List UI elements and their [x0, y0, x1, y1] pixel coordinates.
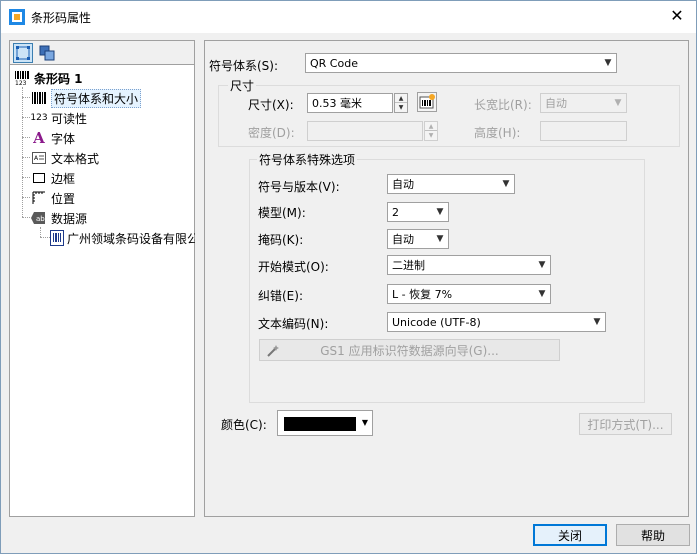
tree-child-datasource-entry[interactable]: 广州领域条码设备有限公司 [50, 228, 195, 248]
property-tree: 123 条形码 1 符号体系和大小 123 可读性 A 字体 A 文本格式 边框… [9, 64, 195, 517]
size-preview-button[interactable] [417, 92, 437, 112]
aspect-ratio-select[interactable]: 自动 ▼ [540, 93, 627, 113]
tree-item-label: 边框 [51, 171, 76, 186]
height-input[interactable] [540, 121, 627, 141]
spin-down-icon[interactable]: ▼ [425, 131, 437, 140]
tree-item-label: 可读性 [51, 111, 88, 126]
start-mode-value: 二进制 [392, 259, 425, 272]
special-options-group [249, 159, 645, 403]
tree-item-font[interactable]: A 字体 [30, 128, 75, 148]
color-label: 颜色(C): [221, 418, 267, 432]
tree-toolbar [9, 40, 195, 64]
tree-item-position[interactable]: 位置 [30, 188, 75, 208]
version-label: 符号与版本(V): [258, 180, 340, 194]
gs1-wizard-button[interactable]: GS1 应用标识符数据源向导(G)... [259, 339, 560, 361]
barcode-properties-toggle-icon[interactable] [13, 43, 33, 63]
start-mode-label: 开始模式(O): [258, 260, 329, 274]
aspect-ratio-label: 长宽比(R): [474, 98, 532, 112]
tree-item-readability[interactable]: 123 可读性 [30, 108, 87, 128]
tree-item-label: 文本格式 [51, 151, 100, 166]
tree-item-datasource[interactable]: ab 数据源 [30, 208, 87, 228]
tree-item-symbology-size[interactable]: 符号体系和大小 [30, 88, 142, 108]
size-input[interactable]: 0.53 毫米 [307, 93, 393, 113]
magic-wand-icon [267, 345, 279, 357]
svg-text:ab: ab [36, 215, 45, 223]
symbology-value: QR Code [310, 56, 358, 70]
tree-item-label: 字体 [51, 131, 76, 146]
version-value: 自动 [392, 178, 414, 191]
readability-123-icon: 123 [30, 113, 48, 123]
tree-root-label: 条形码 1 [34, 71, 83, 86]
chevron-down-icon: ▼ [436, 234, 444, 244]
barcode-small-icon [30, 90, 48, 106]
mask-label: 掩码(K): [258, 233, 304, 247]
symbology-select[interactable]: QR Code ▼ [305, 53, 617, 73]
model-value: 2 [392, 205, 399, 219]
model-label: 模型(M): [258, 206, 306, 220]
density-spinner[interactable]: ▲ ▼ [424, 121, 438, 141]
start-mode-select[interactable]: 二进制 ▼ [387, 255, 551, 275]
spin-down-icon[interactable]: ▼ [395, 103, 407, 112]
error-correction-select[interactable]: L - 恢复 7% ▼ [387, 284, 551, 304]
chevron-down-icon: ▼ [593, 317, 601, 327]
text-encoding-select[interactable]: Unicode (UTF-8) ▼ [387, 312, 606, 332]
chevron-down-icon: ▼ [361, 418, 368, 427]
dialog-window: 条形码属性 ✕ 123 条形码 1 符号体系和大小 123 可读性 A 字体 A… [0, 0, 697, 554]
aspect-ratio-value: 自动 [545, 97, 567, 110]
help-button[interactable]: 帮助 [616, 524, 690, 546]
size-label: 尺寸(X): [248, 98, 294, 112]
spin-up-icon[interactable]: ▲ [425, 122, 437, 131]
mask-select[interactable]: 自动 ▼ [387, 229, 449, 249]
size-group-title: 尺寸 [228, 77, 257, 94]
svg-text:123: 123 [15, 80, 27, 85]
window-title: 条形码属性 [31, 11, 92, 25]
chevron-down-icon: ▼ [604, 58, 612, 68]
error-correction-label: 纠错(E): [258, 289, 303, 303]
title-bar: 条形码属性 ✕ [1, 1, 696, 33]
font-icon: A [33, 129, 45, 147]
close-window-icon[interactable]: ✕ [666, 5, 688, 27]
properties-panel: 符号体系(S): QR Code ▼ 尺寸 尺寸(X): 0.53 毫米 ▲ ▼… [204, 40, 689, 517]
density-label: 密度(D): [248, 126, 295, 140]
layers-icon[interactable] [37, 43, 57, 63]
color-picker[interactable]: ▼ [277, 410, 373, 436]
datasource-icon: ab [30, 210, 48, 226]
version-select[interactable]: 自动 ▼ [387, 174, 515, 194]
chevron-down-icon: ▼ [538, 260, 546, 270]
app-logo-icon [9, 9, 25, 25]
tree-child-label: 广州领域条码设备有限公司 [67, 231, 195, 246]
position-icon [30, 190, 48, 206]
symbology-label: 符号体系(S): [209, 59, 279, 73]
tree-item-text-format[interactable]: A 文本格式 [30, 148, 99, 168]
text-encoding-value: Unicode (UTF-8) [392, 315, 481, 329]
text-encoding-label: 文本编码(N): [258, 317, 329, 331]
tree-root-barcode[interactable]: 123 条形码 1 [13, 68, 83, 88]
size-preview-icon [419, 94, 435, 109]
tree-item-label: 数据源 [51, 211, 88, 226]
chevron-down-icon: ▼ [502, 179, 510, 189]
tree-item-border[interactable]: 边框 [30, 168, 75, 188]
chevron-down-icon: ▼ [436, 207, 444, 217]
barcode-document-icon [50, 230, 64, 246]
text-format-icon: A [30, 150, 48, 166]
height-label: 高度(H): [474, 126, 521, 140]
border-icon [30, 170, 48, 186]
chevron-down-icon: ▼ [538, 289, 546, 299]
barcode-123-icon: 123 [13, 70, 31, 86]
color-swatch [284, 417, 356, 431]
close-button[interactable]: 关闭 [533, 524, 607, 546]
spin-up-icon[interactable]: ▲ [395, 94, 407, 103]
special-options-title: 符号体系特殊选项 [257, 151, 358, 168]
size-spinner[interactable]: ▲ ▼ [394, 93, 408, 113]
error-correction-value: L - 恢复 7% [392, 288, 453, 301]
chevron-down-icon: ▼ [614, 98, 622, 108]
gs1-wizard-label: GS1 应用标识符数据源向导(G)... [320, 343, 499, 358]
density-input[interactable] [307, 121, 423, 141]
print-method-button[interactable]: 打印方式(T)... [579, 413, 672, 435]
tree-item-label: 符号体系和大小 [51, 88, 142, 108]
model-select[interactable]: 2 ▼ [387, 202, 449, 222]
tree-item-label: 位置 [51, 191, 76, 206]
mask-value: 自动 [392, 233, 414, 246]
